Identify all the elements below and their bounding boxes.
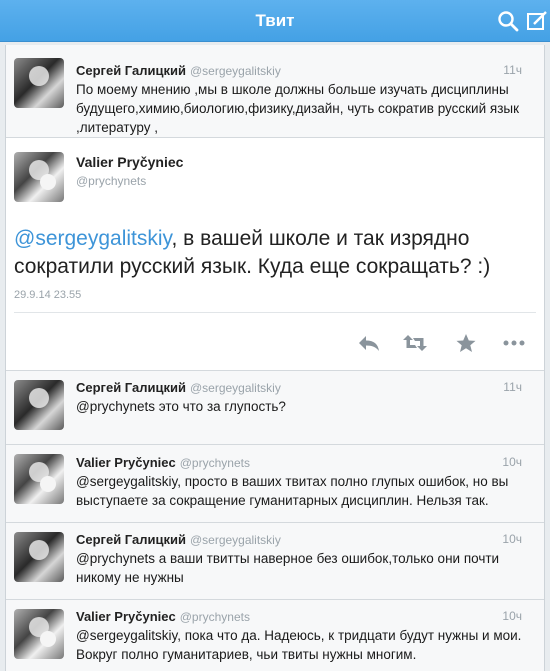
tweet-item[interactable]: Valier Pryčyniec @prychynets 10ч @sergeyg… <box>6 600 544 671</box>
avatar[interactable] <box>14 532 64 582</box>
tweet-item[interactable]: Сергей Галицкий @sergeygalitskiy 11ч По м… <box>6 45 544 138</box>
author-handle[interactable]: @sergeygalitskiy <box>190 64 281 78</box>
tweet-date: 29.9.14 23.55 <box>14 289 82 301</box>
focused-tweet: Valier Pryčyniec @prychynets @sergeygali… <box>6 138 544 371</box>
tweet-text: @sergeygalitskiy, пока что да. Надеюсь, … <box>76 628 522 662</box>
author-handle[interactable]: @prychynets <box>76 174 146 188</box>
mention-link[interactable]: @sergeygalitskiy <box>14 227 171 250</box>
tweet-time: 10ч <box>502 532 522 546</box>
tweet-item[interactable]: Valier Pryčyniec @prychynets 10ч @sergeyg… <box>6 445 544 523</box>
avatar[interactable] <box>14 152 64 202</box>
author-name[interactable]: Valier Pryčyniec <box>76 455 176 470</box>
tweet-time: 10ч <box>502 609 522 623</box>
author-handle[interactable]: @prychynets <box>180 456 250 470</box>
author-name[interactable]: Valier Pryčyniec <box>76 609 176 624</box>
conversation-timeline[interactable]: Сергей Галицкий @sergeygalitskiy 11ч По м… <box>5 45 545 671</box>
tweet-text: @prychynets это что за глупость? <box>76 399 286 414</box>
reply-icon[interactable] <box>356 332 382 354</box>
author-handle[interactable]: @prychynets <box>180 610 250 624</box>
tweet-time: 11ч <box>503 380 522 394</box>
tweet-text: @prychynets а ваши твитты наверное без о… <box>76 551 500 585</box>
tweet-text: @sergeygalitskiy, просто в ваших твитах … <box>76 474 509 508</box>
author-name[interactable]: Сергей Галицкий <box>76 63 186 78</box>
navigation-bar: Твит <box>0 0 550 42</box>
author-name[interactable]: Сергей Галицкий <box>76 532 186 547</box>
tweet-time: 10ч <box>502 455 522 469</box>
author-handle[interactable]: @sergeygalitskiy <box>190 381 281 395</box>
author-name[interactable]: Сергей Галицкий <box>76 380 186 395</box>
tweet-text: @sergeygalitskiy, в вашей школе и так из… <box>14 225 534 281</box>
avatar[interactable] <box>14 380 64 430</box>
compose-icon[interactable] <box>526 10 548 32</box>
page-title: Твит <box>255 11 295 30</box>
avatar[interactable] <box>14 454 64 504</box>
avatar[interactable] <box>14 609 64 659</box>
tweet-time: 11ч <box>503 63 522 77</box>
tweet-item[interactable]: Сергей Галицкий @sergeygalitskiy 11ч @pry… <box>6 371 544 445</box>
author-handle[interactable]: @sergeygalitskiy <box>190 533 281 547</box>
retweet-icon[interactable] <box>402 332 428 354</box>
author-name[interactable]: Valier Pryčyniec <box>76 154 183 170</box>
more-icon[interactable] <box>501 332 527 354</box>
tweet-text: По моему мнению ,мы в школе должны больш… <box>76 82 520 135</box>
avatar[interactable] <box>14 58 64 108</box>
tweet-item[interactable]: Сергей Галицкий @sergeygalitskiy 10ч @pry… <box>6 523 544 600</box>
search-icon[interactable] <box>497 10 519 32</box>
divider <box>14 312 536 313</box>
favorite-icon[interactable] <box>453 332 479 354</box>
